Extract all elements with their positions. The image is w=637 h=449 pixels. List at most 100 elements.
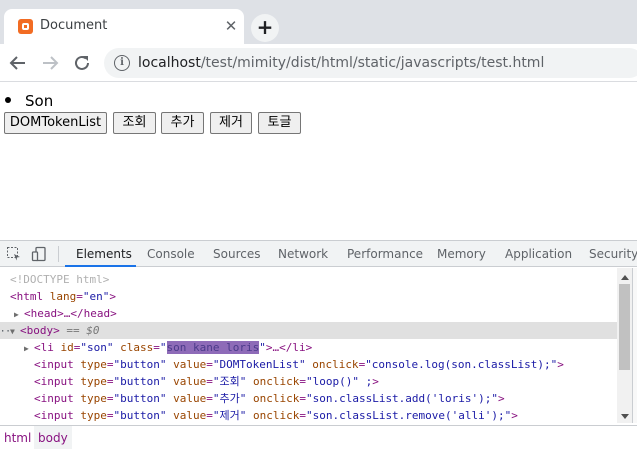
expand-triangle-icon[interactable]: ▶ bbox=[24, 340, 34, 357]
domtokenlist-button[interactable]: DOMTokenList bbox=[4, 112, 107, 134]
collapse-triangle-icon[interactable]: ▼ bbox=[10, 323, 20, 340]
attr-value: "en" bbox=[82, 290, 110, 303]
dom-node-html[interactable]: <html lang="en"> bbox=[10, 288, 116, 305]
li-end: >…</li> bbox=[265, 341, 313, 354]
attr-value: "button" bbox=[113, 358, 167, 371]
inspect-element-icon[interactable] bbox=[6, 246, 22, 262]
attr-name: type bbox=[73, 375, 107, 388]
tag-close: > bbox=[557, 358, 564, 371]
tab-application[interactable]: Application bbox=[505, 247, 572, 261]
browser-tab[interactable]: Document ✕ bbox=[4, 9, 244, 44]
attr-value: "loop()" ; bbox=[305, 375, 373, 388]
attr-value: "추가" bbox=[212, 392, 247, 405]
lookup-button[interactable]: 조회 bbox=[113, 112, 156, 134]
attr-name: onclick bbox=[246, 392, 300, 405]
input-tag: <input bbox=[34, 358, 74, 371]
attr-value: "console.log(son.classList);" bbox=[365, 358, 558, 371]
back-button[interactable] bbox=[5, 50, 31, 76]
scroll-down-icon[interactable] bbox=[621, 414, 629, 419]
breadcrumb-body[interactable]: body bbox=[34, 426, 72, 449]
new-tab-button[interactable]: + bbox=[251, 14, 279, 42]
dom-node-li[interactable]: ▶ <li id="son" class="son kane loris">…</… bbox=[24, 339, 312, 356]
url-text[interactable]: localhost/test/mimity/dist/html/static/j… bbox=[138, 55, 544, 71]
url-path: /test/mimity/dist/html/static/javascript… bbox=[200, 55, 545, 71]
page-content: Son DOMTokenList 조회 추가 제거 토글 bbox=[0, 83, 637, 240]
attr-value: "button" bbox=[113, 409, 167, 422]
site-info-icon[interactable]: i bbox=[114, 55, 130, 71]
tab-console[interactable]: Console bbox=[147, 247, 195, 261]
attr-name: value bbox=[166, 375, 207, 388]
html-tag: <html bbox=[10, 290, 44, 303]
attr-value: "button" bbox=[113, 392, 167, 405]
reload-icon bbox=[75, 55, 89, 70]
close-tab-icon[interactable]: ✕ bbox=[222, 17, 240, 35]
dom-node-input[interactable]: <input type="button" value="조회" onclick=… bbox=[34, 373, 379, 390]
attr-name: value bbox=[166, 409, 207, 422]
dom-node-head[interactable]: ▶ <head>…</head> bbox=[14, 305, 117, 322]
selected-marker: == $0 bbox=[59, 324, 100, 337]
breadcrumb: html body bbox=[0, 425, 637, 449]
attr-value: "son.classList.remove('alli');" bbox=[305, 409, 512, 422]
head-tag: <head>…</head> bbox=[24, 307, 117, 320]
attr-name: lang bbox=[43, 290, 77, 303]
attr-value: "son.classList.add('loris');" bbox=[305, 392, 499, 405]
input-tag: <input bbox=[34, 375, 74, 388]
dom-node-input[interactable]: <input type="button" value="제거" onclick=… bbox=[34, 407, 518, 423]
arrow-left-icon bbox=[9, 56, 25, 70]
dom-scrollbar[interactable] bbox=[617, 268, 632, 423]
tab-performance[interactable]: Performance bbox=[347, 247, 423, 261]
attr-name: class bbox=[113, 341, 154, 354]
attr-value: "son" bbox=[80, 341, 114, 354]
active-tab-indicator bbox=[65, 265, 136, 267]
dom-tree: <!DOCTYPE html> <html lang="en"> ▶ <head>… bbox=[0, 268, 617, 423]
attr-name: id bbox=[53, 341, 74, 354]
input-tag: <input bbox=[34, 392, 74, 405]
attr-name: type bbox=[73, 409, 107, 422]
forward-button[interactable] bbox=[37, 50, 63, 76]
tab-sources[interactable]: Sources bbox=[213, 247, 260, 261]
tab-title: Document bbox=[40, 18, 108, 33]
class-value-highlighted[interactable]: son kane loris bbox=[166, 341, 260, 354]
tab-memory[interactable]: Memory bbox=[437, 247, 486, 261]
toggle-button[interactable]: 토글 bbox=[258, 112, 301, 134]
url-host: localhost bbox=[138, 55, 201, 71]
toolbar-divider bbox=[58, 246, 59, 262]
dom-node-doctype[interactable]: <!DOCTYPE html> bbox=[10, 271, 109, 288]
more-options-icon[interactable]: ··· bbox=[0, 324, 16, 341]
tag-close: > bbox=[372, 375, 379, 388]
device-toolbar-icon[interactable] bbox=[31, 246, 47, 262]
breadcrumb-html[interactable]: html bbox=[0, 426, 35, 449]
attr-name: onclick bbox=[246, 375, 300, 388]
remove-button[interactable]: 제거 bbox=[210, 112, 252, 134]
attr-value: "button" bbox=[113, 375, 167, 388]
xampp-favicon-icon bbox=[18, 19, 33, 34]
dom-node-input[interactable]: <input type="button" value="DOMTokenList… bbox=[34, 356, 564, 373]
attr-value: "DOMTokenList" bbox=[212, 358, 306, 371]
input-tag: <input bbox=[34, 409, 74, 422]
tab-elements[interactable]: Elements bbox=[76, 247, 132, 261]
attr-name: onclick bbox=[246, 409, 300, 422]
dom-node-input[interactable]: <input type="button" value="추가" onclick=… bbox=[34, 390, 505, 407]
quote: " bbox=[259, 341, 266, 354]
scroll-thumb[interactable] bbox=[619, 284, 630, 370]
devtools-panel: Elements Console Sources Network Perform… bbox=[0, 240, 637, 449]
expand-triangle-icon[interactable]: ▶ bbox=[14, 306, 24, 323]
arrow-right-icon bbox=[43, 56, 59, 70]
list-item-text: Son bbox=[25, 92, 54, 110]
bullet-icon bbox=[5, 96, 11, 103]
add-button[interactable]: 추가 bbox=[161, 112, 204, 134]
reload-button[interactable] bbox=[69, 50, 95, 76]
browser-toolbar: i localhost/test/mimity/dist/html/static… bbox=[0, 44, 637, 82]
doctype-text: <!DOCTYPE html> bbox=[10, 273, 110, 286]
tab-network[interactable]: Network bbox=[278, 247, 328, 261]
attr-name: value bbox=[166, 358, 207, 371]
attr-name: value bbox=[166, 392, 207, 405]
tab-security[interactable]: Security bbox=[589, 247, 637, 261]
list-item: Son bbox=[5, 92, 53, 110]
address-bar[interactable]: i localhost/test/mimity/dist/html/static… bbox=[104, 48, 637, 78]
devtools-tab-bar: Elements Console Sources Network Perform… bbox=[0, 241, 637, 267]
scroll-up-icon[interactable] bbox=[621, 275, 629, 280]
body-tag: <body> bbox=[20, 324, 60, 337]
dom-node-body-selected[interactable]: ···▼ <body> == $0 bbox=[0, 322, 617, 339]
styles-pane-edge bbox=[632, 268, 637, 423]
